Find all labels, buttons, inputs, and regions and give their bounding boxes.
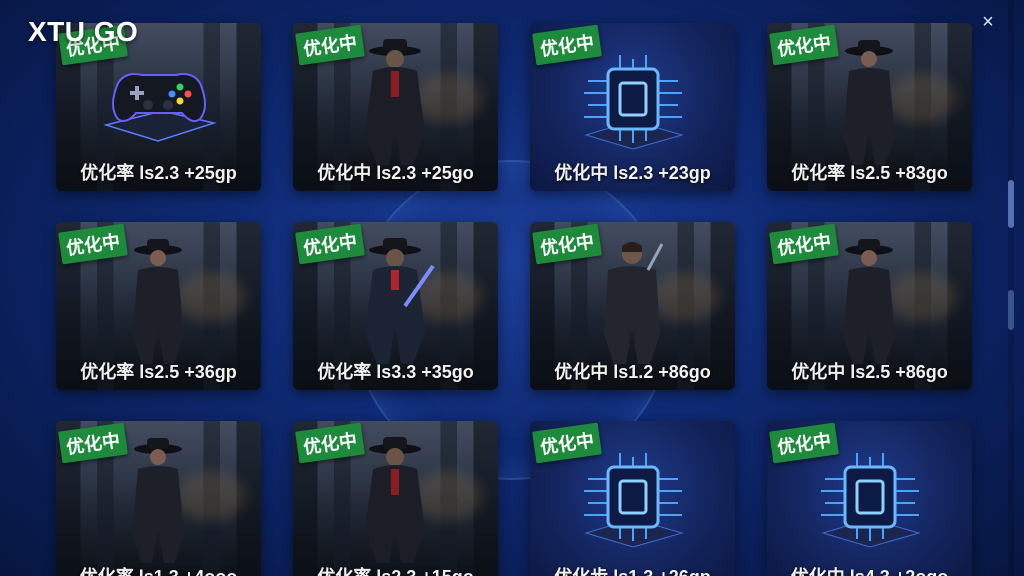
chip-icon [821, 453, 921, 548]
cowboy-character [365, 437, 425, 563]
card-stat-label: 优化率 ls1.3 +4ooo [56, 563, 261, 576]
card-stat-label: 优化中 ls1.2 +86go [554, 362, 711, 382]
card-stat-label: 优化率 ls2.5 +83go [791, 163, 948, 183]
app-logo: XTU GO [28, 16, 139, 47]
game-card[interactable]: 优化中 优化中 ls2.3 +23gp [530, 23, 735, 191]
card-stat-label: 优化率 ls3.3 +35go [317, 362, 474, 382]
cowgirl-character [132, 438, 184, 563]
chip-icon [584, 55, 684, 150]
card-stat-label: 优化率 ls2.5 +36gp [80, 362, 237, 382]
game-card[interactable]: 优化中 优化率 ls1.3 +4ooo [56, 421, 261, 576]
card-stat-label: 优化中 ls4.3 +2ogo [767, 563, 972, 576]
game-card[interactable]: 优化中 优化步 ls1.3 +26gp [530, 421, 735, 576]
controller-icon [103, 73, 217, 142]
game-card[interactable]: 优化中 优化中 ls2.5 +86go [767, 222, 972, 390]
game-card[interactable]: 优化中 优化中 ls4.3 +2ogo [767, 421, 972, 576]
swordsman-character [365, 238, 435, 364]
scrollbar-thumb-secondary [1008, 290, 1014, 330]
game-card[interactable]: 优化中 优化率 ls2.5 +36gp [56, 222, 261, 390]
cowgirl-character [132, 239, 184, 364]
scrollbar-track[interactable] [1008, 0, 1014, 576]
card-stat-label: 优化率 ls2.3 +25gp [80, 163, 237, 183]
card-stat-label: 优化中 ls2.3 +23gp [554, 163, 711, 183]
cowgirl-character [843, 239, 895, 364]
game-card[interactable]: 优化中 优化率 ls2.3 +15go [293, 421, 498, 576]
scrollbar-thumb[interactable] [1008, 180, 1014, 228]
game-card[interactable]: 优化中 优化率 ls2.5 +83go [767, 23, 972, 191]
warrior-character [604, 242, 664, 364]
game-card[interactable]: 优化中 优化率 ls2.3 +25gp [56, 23, 261, 191]
game-card[interactable]: 优化中 优化中 ls1.2 +86go [530, 222, 735, 390]
card-stat-label: 优化中 ls2.5 +86go [791, 362, 948, 382]
card-stat-label: 优化步 ls1.3 +26gp [530, 563, 735, 576]
card-stat-label: 优化中 ls2.3 +25go [317, 163, 474, 183]
close-button[interactable]: × [976, 10, 1000, 34]
cowgirl-character [843, 40, 895, 165]
chip-icon [584, 453, 684, 548]
game-card[interactable]: 优化中 优化中 ls2.3 +25go [293, 23, 498, 191]
game-grid: 优化中 优化率 ls2.3 +25gp 优化中 优化中 ls2.3 +25go [56, 23, 972, 576]
card-stat-label: 优化率 ls2.3 +15go [293, 563, 498, 576]
game-card[interactable]: 优化中 优化率 ls3.3 +35go [293, 222, 498, 390]
cowboy-character [365, 39, 425, 165]
